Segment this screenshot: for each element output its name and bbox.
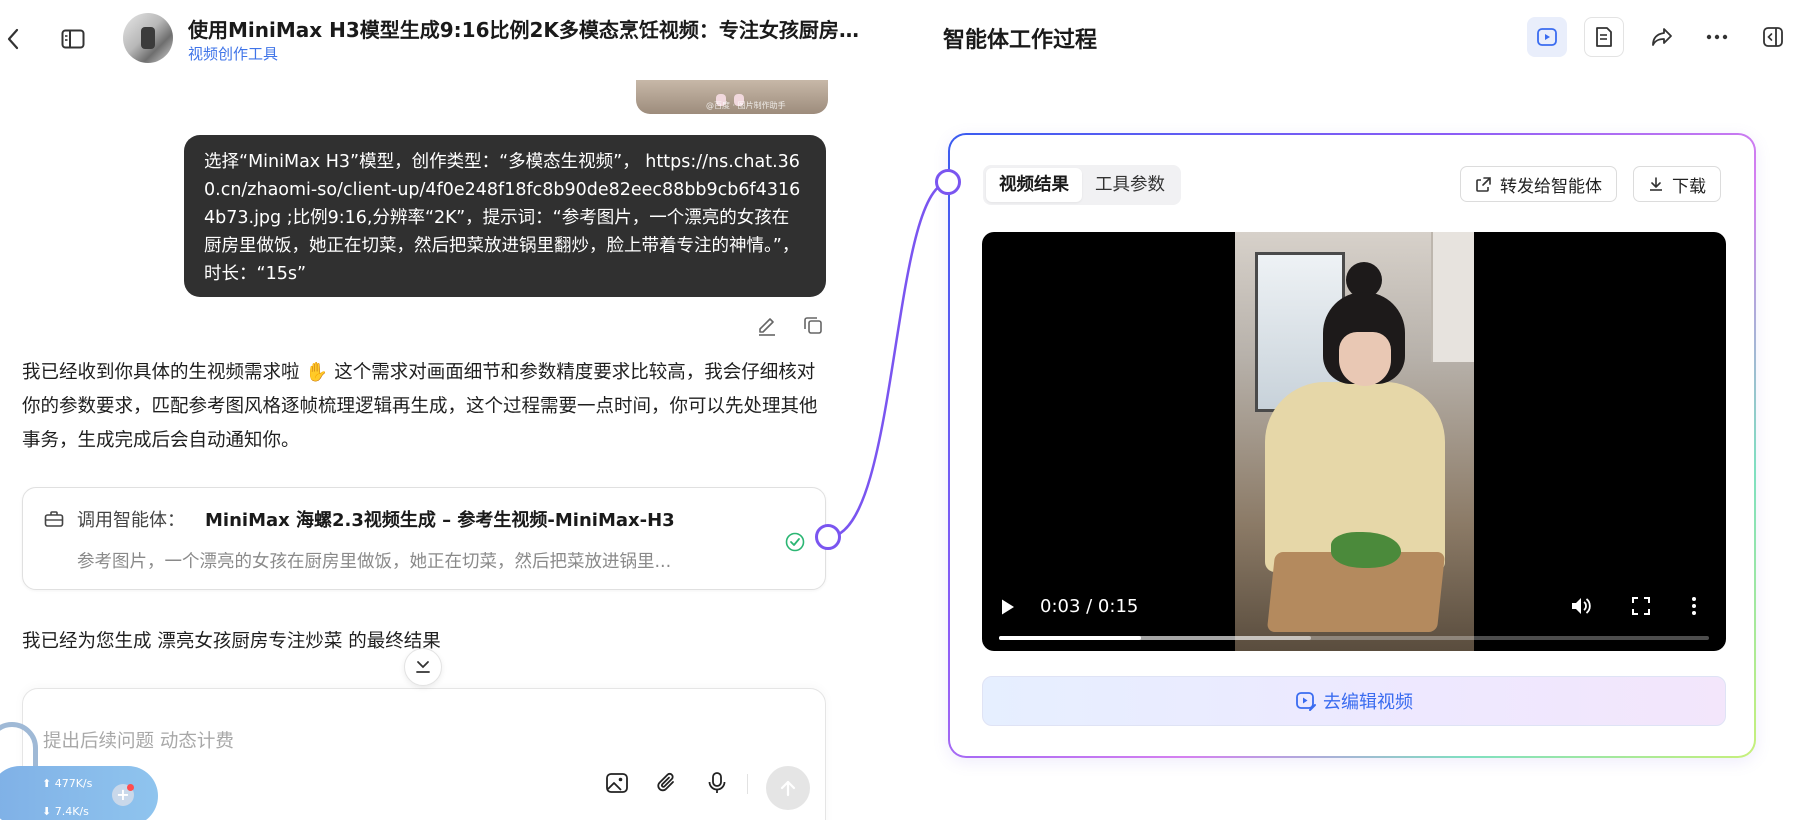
- video-edit-icon: [1296, 692, 1316, 711]
- girl-face: [1339, 332, 1391, 386]
- connector-end-dot: [935, 169, 961, 195]
- notification-dot: [127, 784, 134, 791]
- chevron-down-icon: [416, 661, 430, 673]
- external-link-icon: [1476, 176, 1491, 192]
- success-check-icon: [785, 532, 805, 556]
- copy-message-icon[interactable]: [800, 312, 826, 338]
- forward-to-agent-button[interactable]: 转发给智能体: [1460, 166, 1617, 202]
- arrow-up-icon: [780, 780, 796, 797]
- kitchen-cabinet: [1431, 232, 1474, 362]
- thumbnail-watermark: @百度 · 图片制作助手: [706, 101, 786, 110]
- more-options-icon[interactable]: [1697, 17, 1737, 57]
- reference-image-thumbnail[interactable]: @百度 · 图片制作助手: [636, 80, 828, 114]
- chat-title: 使用MiniMax H3模型生成9:16比例2K多模态烹饪视频：专注女孩厨房切菜…: [188, 18, 868, 42]
- chat-subtitle-link[interactable]: 视频创作工具: [188, 43, 278, 64]
- agent-call-name: MiniMax 海螺2.3视频生成 – 参考生视频-MiniMax-H3: [205, 510, 675, 531]
- user-message-bubble: 选择“MiniMax H3”模型，创作类型：“多模态生视频”， https://…: [184, 135, 826, 297]
- video-progress-bar[interactable]: [999, 636, 1709, 640]
- download-label: 下载: [1672, 176, 1706, 197]
- video-controls: 0:03 / 0:15: [982, 580, 1726, 651]
- download-icon: [1650, 177, 1662, 191]
- microphone-icon[interactable]: [703, 769, 731, 797]
- edit-video-button[interactable]: 去编辑视频: [982, 676, 1726, 726]
- input-placeholder: 提出后续问题 动态计费: [43, 731, 234, 752]
- video-time: 0:03 / 0:15: [1040, 596, 1139, 617]
- edit-message-icon[interactable]: [754, 312, 780, 338]
- chat-panel: 使用MiniMax H3模型生成9:16比例2K多模态烹饪视频：专注女孩厨房切菜…: [0, 0, 870, 820]
- download-button[interactable]: 下载: [1633, 166, 1721, 202]
- network-speed-widget[interactable]: ⬆ 477K/s ⬇ 7.4K/s +: [0, 766, 158, 820]
- sidebar-toggle-icon[interactable]: [56, 22, 90, 56]
- back-icon[interactable]: [0, 22, 26, 56]
- panel-title: 智能体工作过程: [943, 28, 1098, 53]
- play-icon[interactable]: [1000, 598, 1016, 620]
- result-tabs: 视频结果 工具参数: [983, 165, 1181, 205]
- chat-header: 使用MiniMax H3模型生成9:16比例2K多模态烹饪视频：专注女孩厨房切菜…: [0, 0, 870, 78]
- download-speed: ⬇ 7.4K/s: [42, 805, 89, 818]
- chat-avatar: [123, 13, 173, 63]
- video-played: [999, 636, 1141, 640]
- document-icon[interactable]: [1584, 17, 1624, 57]
- result-panel: 视频结果 工具参数 转发给智能体 下载 0:03 / 0:15 去编辑视频: [948, 133, 1756, 758]
- ai-reply-text: 我已经收到你具体的生视频需求啦 ✋ 这个需求对画面细节和参数精度要求比较高，我会…: [22, 362, 818, 451]
- edit-video-label: 去编辑视频: [1323, 692, 1413, 713]
- video-more-icon[interactable]: [1691, 596, 1697, 620]
- forward-label: 转发给智能体: [1500, 176, 1602, 197]
- agent-call-description: 参考图片，一个漂亮的女孩在厨房里做饭，她正在切菜，然后把菜放进锅里...: [77, 552, 672, 572]
- vegetables: [1331, 532, 1401, 568]
- volume-icon[interactable]: [1570, 596, 1592, 620]
- attachment-icon[interactable]: [653, 769, 681, 797]
- final-result-text: 我已经为您生成 漂亮女孩厨房专注炒菜 的最终结果: [22, 631, 441, 652]
- toolbar-divider: [747, 774, 748, 794]
- tab-video-result[interactable]: 视频结果: [986, 168, 1082, 202]
- toolbox-icon: [44, 510, 64, 532]
- upload-speed: ⬆ 477K/s: [42, 777, 93, 790]
- send-button[interactable]: [766, 766, 810, 810]
- fullscreen-icon[interactable]: [1632, 597, 1650, 619]
- image-upload-icon[interactable]: [603, 769, 631, 797]
- result-panel-inner: 视频结果 工具参数 转发给智能体 下载 0:03 / 0:15 去编辑视频: [950, 135, 1754, 756]
- tab-tool-params[interactable]: 工具参数: [1082, 168, 1178, 202]
- close-panel-icon[interactable]: [1753, 17, 1793, 57]
- connector-start-dot: [815, 524, 841, 550]
- scroll-to-bottom-button[interactable]: [404, 648, 442, 686]
- share-icon[interactable]: [1642, 17, 1682, 57]
- video-view-icon[interactable]: [1527, 17, 1567, 57]
- agent-call-label: 调用智能体：: [77, 510, 185, 531]
- video-player[interactable]: 0:03 / 0:15: [982, 232, 1726, 651]
- agent-call-card[interactable]: 调用智能体： MiniMax 海螺2.3视频生成 – 参考生视频-MiniMax…: [22, 487, 826, 590]
